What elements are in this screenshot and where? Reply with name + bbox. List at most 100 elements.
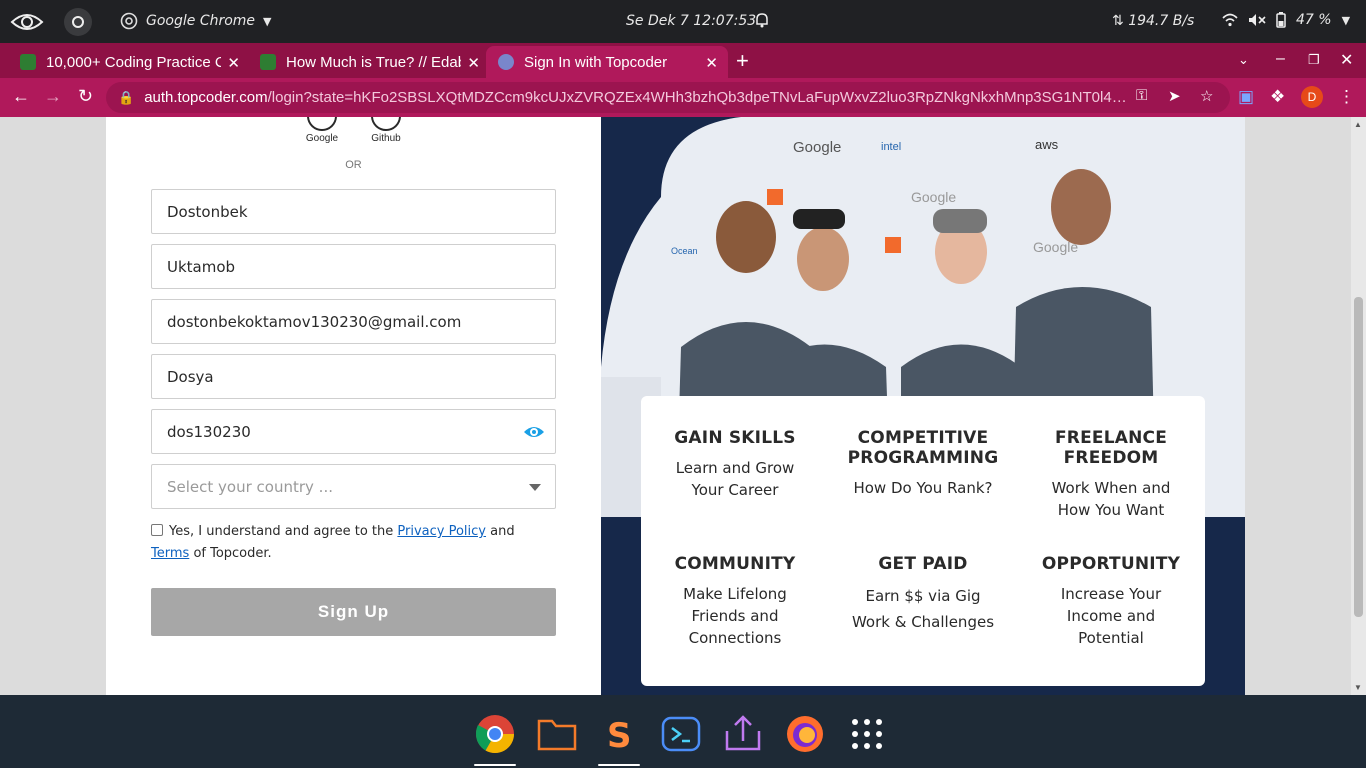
files-icon[interactable] (536, 713, 578, 755)
firefox-icon[interactable] (784, 713, 826, 755)
country-placeholder: Select your country ... (167, 477, 333, 496)
download-manager-icon[interactable] (722, 713, 764, 755)
last-name-value: Uktamob (167, 257, 236, 276)
google-login-button[interactable]: Google (297, 117, 347, 144)
scroll-down-arrow-icon[interactable]: ▼ (1354, 683, 1362, 692)
feature-opportunity: OPPORTUNITY Increase Your Income and Pot… (1026, 554, 1196, 649)
close-icon[interactable]: ✕ (227, 54, 240, 72)
sublime-text-icon[interactable]: S (598, 713, 640, 755)
privacy-policy-link[interactable]: Privacy Policy (397, 524, 486, 539)
volume-muted-icon (1249, 14, 1266, 26)
password-key-icon[interactable]: ⚿ (1136, 87, 1147, 104)
chevron-down-icon: ▼ (263, 14, 272, 28)
last-name-field[interactable]: Uktamob (151, 244, 556, 289)
wifi-icon (1222, 13, 1238, 27)
kebab-menu-icon[interactable]: ⋮ (1338, 87, 1355, 107)
feature-title: FREELANCE FREEDOM (1054, 428, 1168, 468)
svg-text:S: S (607, 716, 632, 755)
google-label: Google (305, 133, 339, 144)
app-dock: S (0, 695, 1366, 768)
chrome-icon[interactable] (474, 713, 516, 755)
feature-title: COMPETITIVE PROGRAMMING (847, 428, 999, 468)
notification-bell-icon[interactable] (755, 12, 769, 28)
maximize-icon[interactable]: ❐ (1308, 52, 1320, 68)
sign-up-button[interactable]: Sign Up (151, 588, 556, 636)
email-field[interactable]: dostonbekoktamov130230@gmail.com (151, 299, 556, 344)
browser-tab-strip: 10,000+ Coding Practice C ✕ How Much is … (0, 43, 1366, 78)
email-value: dostonbekoktamov130230@gmail.com (167, 312, 462, 331)
close-window-icon[interactable]: ✕ (1340, 50, 1353, 70)
system-tray[interactable]: 47 % ▼ (1222, 12, 1350, 28)
username-value: Dosya (167, 367, 214, 386)
chevron-down-icon (529, 484, 541, 491)
feature-title: GET PAID (878, 554, 968, 574)
battery-icon (1276, 12, 1286, 28)
tab-coding-practice[interactable]: 10,000+ Coding Practice C ✕ (0, 46, 250, 78)
scroll-up-arrow-icon[interactable]: ▲ (1354, 120, 1362, 129)
running-indicator (598, 764, 640, 766)
minimize-icon[interactable]: – (1276, 50, 1285, 68)
show-password-eye-icon[interactable] (523, 422, 545, 442)
activities-button[interactable] (64, 8, 92, 36)
features-card: GAIN SKILLS Learn and Grow Your Career C… (641, 396, 1205, 686)
url-path: /login?state=hKFo2SBSLXQtMDZCcm9kcUJxZVR… (267, 89, 1128, 106)
feature-text: Increase Your Income and Potential (1060, 585, 1162, 647)
profile-avatar[interactable]: D (1301, 86, 1323, 108)
close-icon[interactable]: ✕ (705, 54, 718, 72)
github-icon (371, 117, 401, 131)
signup-form-panel: Google Github OR Dostonbek Uktamob dosto… (106, 117, 601, 695)
feature-freelance-freedom: FREELANCE FREEDOM Work When and How You … (1026, 428, 1196, 521)
forward-arrow-icon[interactable]: → (44, 86, 62, 107)
terms-agreement: Yes, I understand and agree to the Priva… (151, 521, 556, 565)
tab-title: How Much is True? // Edab (286, 53, 461, 71)
page-scrollbar[interactable]: ▲ ▼ (1351, 117, 1366, 695)
close-icon[interactable]: ✕ (467, 54, 480, 72)
github-login-button[interactable]: Github (361, 117, 411, 144)
tab-title: Sign In with Topcoder (524, 53, 668, 71)
address-bar[interactable]: 🔒 auth.topcoder.com /login?state=hKFo2SB… (106, 82, 1230, 113)
agree-checkbox[interactable] (151, 524, 163, 536)
back-arrow-icon[interactable]: ← (12, 86, 30, 107)
bookmark-star-icon[interactable]: ☆ (1200, 87, 1213, 105)
tab-search-chevron-icon[interactable]: ⌄ (1238, 52, 1249, 68)
clock[interactable]: Se Dek 7 12:07:53 (626, 13, 756, 29)
username-field[interactable]: Dosya (151, 354, 556, 399)
agree-and: and (490, 524, 515, 539)
agree-prefix: Yes, I understand and agree to the (169, 524, 394, 539)
country-select[interactable]: Select your country ... (151, 464, 556, 509)
browser-toolbar: ← → ↻ 🔒 auth.topcoder.com /login?state=h… (0, 78, 1366, 117)
scrollbar-thumb[interactable] (1354, 297, 1363, 617)
terms-link[interactable]: Terms (151, 546, 189, 561)
extensions-puzzle-icon[interactable]: ❖ (1270, 87, 1285, 107)
agree-suffix: of Topcoder. (193, 546, 272, 561)
svg-text:Ocean: Ocean (671, 246, 698, 256)
svg-text:Google: Google (911, 189, 956, 205)
updown-arrows-icon: ⇅ (1112, 13, 1124, 29)
network-speed: ⇅ 194.7 B/s (1112, 13, 1194, 29)
send-tab-icon[interactable]: ➤ (1168, 87, 1181, 105)
feature-title: OPPORTUNITY (1041, 554, 1181, 574)
active-app-menu[interactable]: Google Chrome ▼ (120, 12, 272, 30)
password-field[interactable]: dos130230 (151, 409, 556, 454)
tab-how-much-is-true[interactable]: How Much is True? // Edab ✕ (240, 46, 490, 78)
feature-text: Work When and How You Want (1051, 479, 1171, 519)
svg-text:aws: aws (1035, 137, 1059, 152)
app-grid-icon[interactable] (846, 713, 888, 755)
system-top-bar: Google Chrome ▼ Se Dek 7 12:07:53 ⇅ 194.… (0, 0, 1366, 43)
svg-text:intel: intel (881, 141, 901, 153)
terminal-icon[interactable] (660, 713, 702, 755)
tab-sign-in-topcoder[interactable]: Sign In with Topcoder ✕ (486, 46, 728, 78)
feature-text: Learn and Grow Your Career (675, 459, 795, 499)
first-name-field[interactable]: Dostonbek (151, 189, 556, 234)
feature-community: COMMUNITY Make Lifelong Friends and Conn… (650, 554, 820, 649)
eye-icon[interactable] (10, 11, 44, 33)
reload-icon[interactable]: ↻ (78, 86, 93, 107)
new-tab-plus-icon[interactable]: + (736, 48, 749, 74)
github-label: Github (371, 133, 401, 144)
extension-crop-icon[interactable]: ▣ (1238, 87, 1254, 107)
active-app-name: Google Chrome (146, 13, 256, 29)
edabit-favicon-icon (260, 54, 276, 70)
lock-icon[interactable]: 🔒 (118, 90, 134, 106)
battery-percent: 47 % (1296, 12, 1332, 28)
page-viewport: Google Github OR Dostonbek Uktamob dosto… (0, 117, 1366, 695)
